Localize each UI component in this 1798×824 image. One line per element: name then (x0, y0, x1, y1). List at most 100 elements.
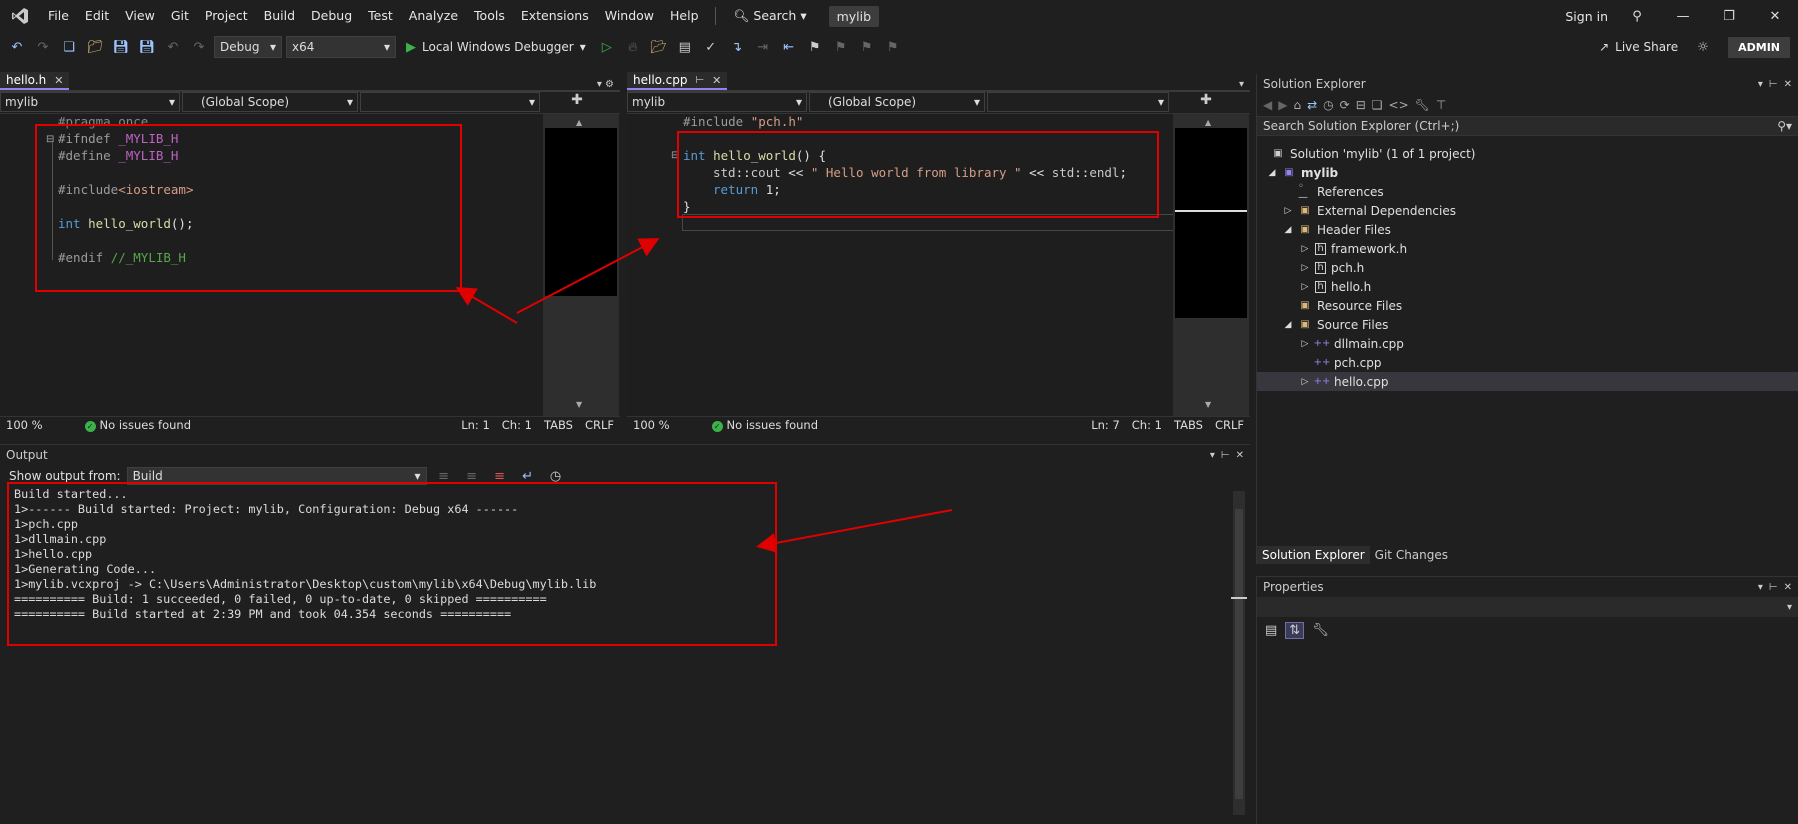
view-code-icon[interactable]: <> (1389, 98, 1409, 112)
member-dropdown[interactable]: ▾ (360, 92, 540, 112)
properties-wrench-icon[interactable]: 🔧︎ (1415, 98, 1430, 112)
tab-git-changes[interactable]: Git Changes (1370, 546, 1453, 564)
switch-views-icon[interactable]: ⇄ (1307, 98, 1317, 112)
sign-in-link[interactable]: Sign in (1559, 9, 1614, 24)
tree-solution[interactable]: ▣ Solution 'mylib' (1 of 1 project) (1271, 144, 1475, 163)
tab-overflow-icon[interactable]: ▾ ⚙ (591, 79, 620, 90)
line-ending[interactable]: CRLF (579, 418, 620, 432)
platform-dropdown[interactable]: x64 ▾ (286, 36, 396, 58)
expanded-arrow-icon[interactable]: ◢ (1267, 168, 1277, 178)
properties-object-dropdown[interactable]: ▾ (1257, 597, 1798, 617)
tab-hello-h[interactable]: hello.h ✕ (0, 72, 70, 90)
undo-icon[interactable]: ↶ (162, 36, 184, 58)
user-badge[interactable]: ADMIN (1728, 36, 1790, 58)
tree-file-pch-h[interactable]: ▷ h pch.h (1300, 258, 1365, 277)
tab-solution-explorer[interactable]: Solution Explorer (1257, 546, 1370, 564)
close-icon[interactable]: ✕ (1784, 79, 1792, 90)
collapsed-arrow-icon[interactable]: ▷ (1300, 244, 1310, 254)
expanded-arrow-icon[interactable]: ◢ (1283, 320, 1293, 330)
menu-view[interactable]: View (117, 0, 163, 32)
tab-overflow-icon[interactable]: ▾ (1233, 79, 1250, 90)
forward-icon[interactable]: ↷ (32, 36, 54, 58)
tree-source-files[interactable]: ◢ ▣ Source Files (1283, 315, 1389, 334)
collapsed-arrow-icon[interactable]: ▷ (1283, 206, 1293, 216)
close-icon[interactable]: ✕ (1752, 0, 1798, 32)
back-icon[interactable]: ↶ (6, 36, 28, 58)
output-scrollbar[interactable] (1233, 491, 1245, 815)
tree-header-files[interactable]: ◢ ▣ Header Files (1283, 220, 1391, 239)
menu-file[interactable]: File (40, 0, 77, 32)
scope-dropdown[interactable]: (Global Scope) ▾ (182, 92, 358, 112)
collapsed-arrow-icon[interactable]: ▷ (1300, 263, 1310, 273)
issues-indicator[interactable]: ✓ No issues found (706, 418, 824, 432)
alphabetical-icon[interactable]: ⇅ (1285, 621, 1305, 639)
tree-file-hello-cpp[interactable]: ▷ ++ hello.cpp (1300, 372, 1389, 391)
tree-external-dependencies[interactable]: ▷ ▣ External Dependencies (1283, 201, 1456, 220)
menu-test[interactable]: Test (360, 0, 401, 32)
home-icon[interactable]: ⌂ (1293, 98, 1301, 112)
hot-reload-icon[interactable]: 🔥︎ (622, 36, 644, 58)
tab-hello-cpp[interactable]: hello.cpp ⊢ ✕ (627, 72, 728, 90)
dropdown-icon[interactable]: ▾ (1758, 79, 1763, 90)
live-share-button[interactable]: ↗ Live Share (1599, 40, 1678, 54)
minimap-viewport[interactable] (1175, 210, 1247, 212)
indent-mode[interactable]: TABS (1168, 418, 1209, 432)
property-pages-icon[interactable]: 🔧︎ (1312, 623, 1329, 638)
scope-dropdown[interactable]: (Global Scope) ▾ (809, 92, 985, 112)
zoom-level[interactable]: 100 % (627, 418, 676, 432)
categorized-icon[interactable]: ▤ (1265, 623, 1277, 638)
start-debugging-button[interactable]: ▶ Local Windows Debugger ▾ (400, 40, 592, 55)
minimize-icon[interactable]: — (1660, 0, 1706, 32)
left-minimap[interactable] (545, 128, 617, 296)
right-minimap[interactable] (1175, 128, 1247, 318)
collapsed-arrow-icon[interactable]: ▷ (1300, 282, 1310, 292)
solution-search-box[interactable]: Search Solution Explorer (Ctrl+;) ⚲▾ (1257, 116, 1798, 136)
bookmark-icon[interactable]: ⚑ (804, 36, 826, 58)
window-layout-icon[interactable]: ▤ (674, 36, 696, 58)
pin-icon[interactable]: ⊢ (1769, 79, 1778, 90)
tree-references[interactable]: ◦— References (1298, 181, 1384, 203)
indent-icon[interactable]: ⇥ (752, 36, 774, 58)
open-folder-icon[interactable]: 📁︎ (84, 36, 106, 58)
show-all-files-icon[interactable]: ❏ (1372, 98, 1383, 112)
close-tab-icon[interactable]: ✕ (54, 74, 63, 87)
preview-icon[interactable]: ⊤ (1436, 98, 1446, 112)
project-dropdown[interactable]: mylib ▾ (0, 92, 180, 112)
solution-explorer-icon[interactable]: 📂︎ (648, 36, 670, 58)
step-icon[interactable]: ↴ (726, 36, 748, 58)
outdent-icon[interactable]: ⇤ (778, 36, 800, 58)
close-icon[interactable]: ✕ (1784, 582, 1792, 593)
issues-indicator[interactable]: ✓ No issues found (79, 418, 197, 432)
redo-icon[interactable]: ↷ (188, 36, 210, 58)
pin-icon[interactable]: ⊢ (695, 75, 704, 86)
spell-check-icon[interactable]: ✓ (700, 36, 722, 58)
tree-file-dllmain-cpp[interactable]: ▷ ++ dllmain.cpp (1300, 334, 1404, 353)
restore-icon[interactable]: ❐ (1706, 0, 1752, 32)
scroll-down-icon[interactable]: ▼ (1205, 400, 1211, 409)
split-icon[interactable]: ✚ (542, 92, 612, 113)
collapsed-arrow-icon[interactable]: ▷ (1300, 377, 1310, 387)
menu-git[interactable]: Git (163, 0, 197, 32)
pin-icon[interactable]: ⊢ (1221, 450, 1230, 461)
tree-file-framework-h[interactable]: ▷ h framework.h (1300, 239, 1408, 258)
pending-changes-icon[interactable]: ◷ (1323, 98, 1333, 112)
close-icon[interactable]: ✕ (1236, 450, 1244, 461)
dropdown-icon[interactable]: ▾ (1758, 582, 1763, 593)
menu-help[interactable]: Help (662, 0, 707, 32)
scroll-up-icon[interactable]: ▲ (1205, 118, 1211, 127)
menu-window[interactable]: Window (597, 0, 662, 32)
menu-analyze[interactable]: Analyze (401, 0, 466, 32)
refresh-icon[interactable]: ⟳ (1340, 98, 1350, 112)
forward-icon[interactable]: ▶ (1278, 98, 1287, 112)
menu-debug[interactable]: Debug (303, 0, 360, 32)
next-bookmark-icon[interactable]: ⚑ (856, 36, 878, 58)
start-without-debugging-icon[interactable]: ▷ (596, 36, 618, 58)
save-icon[interactable]: 💾︎ (110, 36, 132, 58)
collapse-all-icon[interactable]: ⊟ (1356, 98, 1366, 112)
close-tab-icon[interactable]: ✕ (712, 74, 721, 87)
scroll-up-icon[interactable]: ▲ (576, 118, 582, 127)
collapsed-arrow-icon[interactable]: ▷ (1300, 339, 1310, 349)
search-button[interactable]: 🔍︎ Search ▾ (724, 8, 817, 24)
output-scroll-thumb[interactable] (1235, 509, 1243, 799)
save-all-icon[interactable]: 💾︎ (136, 36, 158, 58)
